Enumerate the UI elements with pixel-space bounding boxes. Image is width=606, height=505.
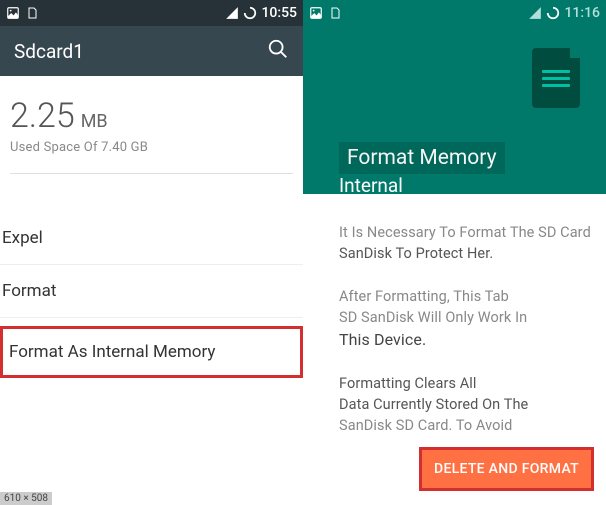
image-icon (309, 6, 323, 20)
menu-expel[interactable]: Expel (0, 212, 303, 265)
page-title: Sdcard1 (14, 40, 84, 63)
format-subtitle: Internal (339, 174, 403, 197)
status-time: 11:16 (564, 5, 600, 21)
signal-icon (225, 6, 239, 20)
status-time: 10:55 (261, 5, 297, 21)
screen-storage: 10:55 Sdcard1 2.25 MB Used Space Of 7.40… (0, 0, 303, 505)
sd-status-icon (26, 6, 38, 20)
sd-status-icon (329, 6, 341, 20)
storage-content: 2.25 MB Used Space Of 7.40 GB (0, 76, 303, 212)
menu-format-internal[interactable]: Format As Internal Memory (0, 326, 303, 378)
format-title: Format Memory (339, 142, 505, 174)
status-bar-left: 10:55 (0, 0, 303, 26)
format-body: It Is Necessary To Format The SD Card Sa… (303, 194, 606, 436)
size-unit: MB (81, 111, 108, 132)
format-para-1: It Is Necessary To Format The SD Card Sa… (339, 222, 592, 264)
storage-size: 2.25 MB (10, 96, 293, 136)
used-space: Used Space Of 7.40 GB (10, 140, 293, 155)
status-bar-right: 11:16 (303, 0, 606, 26)
size-value: 2.25 (10, 96, 75, 136)
spinner-icon (243, 6, 257, 20)
spinner-icon (546, 6, 560, 20)
dimension-label: 610 × 508 (0, 492, 52, 505)
search-icon[interactable] (267, 38, 289, 65)
format-para-2: After Formatting, This Tab SD SanDisk Wi… (339, 286, 592, 351)
delete-and-format-button[interactable]: DELETE AND FORMAT (419, 447, 594, 491)
header-storage: Sdcard1 (0, 26, 303, 76)
sd-card-icon (532, 48, 580, 108)
format-para-3: Formatting Clears All Data Currently Sto… (339, 373, 592, 436)
signal-icon (528, 6, 542, 20)
screen-format: 11:16 Format Memory Internal It Is Neces… (303, 0, 606, 505)
image-icon (6, 6, 20, 20)
menu-format[interactable]: Format (0, 265, 303, 318)
header-format: 11:16 Format Memory Internal (303, 0, 606, 194)
